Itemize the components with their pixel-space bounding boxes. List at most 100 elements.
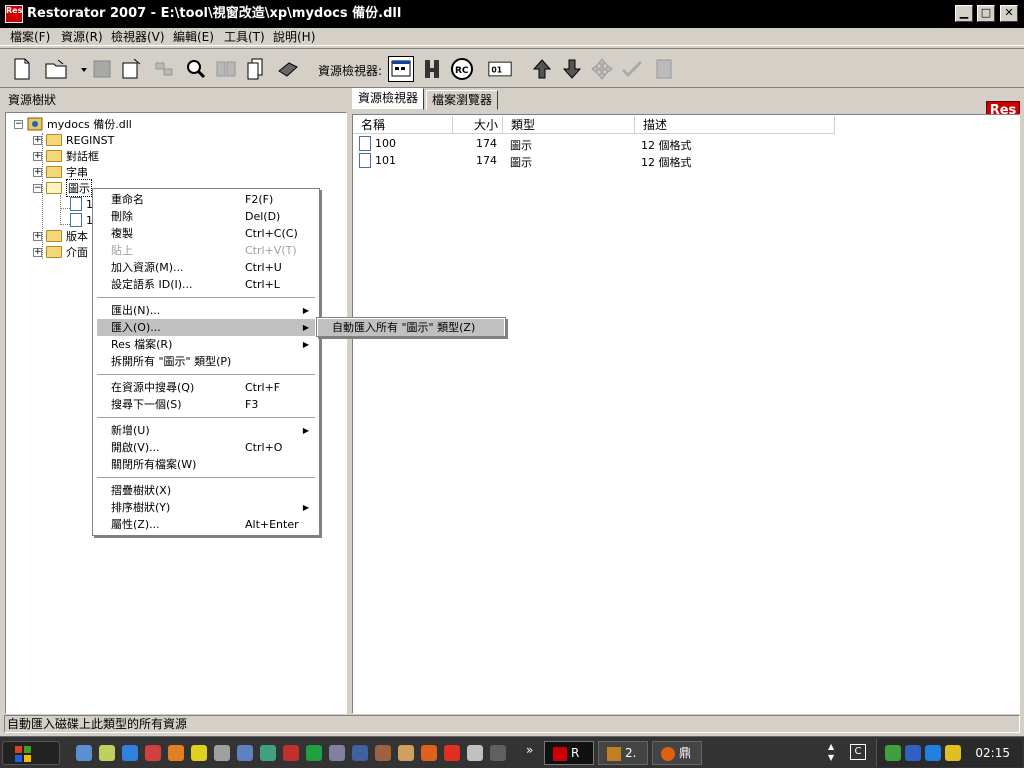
task-window-2[interactable]: 2. — [598, 741, 648, 765]
menu-edit[interactable]: 編輯(E) — [173, 29, 214, 45]
task-restorator[interactable]: R — [544, 741, 594, 765]
collapse-toggle-icon[interactable]: − — [33, 183, 42, 193]
search-icon[interactable] — [184, 57, 208, 81]
minimize-button[interactable]: ▁ — [955, 5, 973, 22]
task-firefox[interactable]: 鼎 — [652, 741, 702, 765]
tree-leaf-item[interactable]: 1 — [70, 212, 93, 228]
menu-delete[interactable]: 刪除 Del(D) — [97, 208, 315, 225]
list-row[interactable]: 101 174 圖示 12 個格式 — [353, 153, 833, 170]
menu-properties[interactable]: 屬性(Z)... Alt+Enter — [97, 516, 315, 533]
quicklaunch-icon[interactable] — [99, 745, 115, 761]
quicklaunch-icon[interactable] — [421, 745, 437, 761]
menu-copy[interactable]: 複製 Ctrl+C(C) — [97, 225, 315, 242]
quicklaunch-icon[interactable] — [283, 745, 299, 761]
quicklaunch-icon[interactable] — [168, 745, 184, 761]
start-button[interactable] — [2, 741, 60, 765]
tray-icon[interactable] — [945, 745, 961, 761]
quicklaunch-icon[interactable] — [122, 745, 138, 761]
save-icon[interactable] — [90, 57, 114, 81]
quicklaunch-icon[interactable] — [329, 745, 345, 761]
link-icon[interactable] — [152, 57, 176, 81]
menu-new[interactable]: 新增(U) ▶ — [97, 422, 315, 439]
maximize-button[interactable]: □ — [977, 5, 995, 22]
expand-toggle-icon[interactable]: + — [33, 231, 42, 241]
menu-close-all-files[interactable]: 關閉所有檔案(W) — [97, 456, 315, 473]
menu-search-in-resources[interactable]: 在資源中搜尋(Q) Ctrl+F — [97, 379, 315, 396]
expand-toggle-icon[interactable]: + — [33, 135, 42, 145]
taskbar-scroll-icon[interactable]: ▲ ▼ — [828, 741, 838, 765]
menu-collapse-tree[interactable]: 摺疊樹狀(X) — [97, 482, 315, 499]
quicklaunch-icon[interactable] — [444, 745, 460, 761]
quicklaunch-icon[interactable] — [306, 745, 322, 761]
column-name[interactable]: 名稱 — [353, 116, 453, 134]
language-icon[interactable]: C — [850, 744, 866, 760]
menu-add-resource[interactable]: 加入資源(M)... Ctrl+U — [97, 259, 315, 276]
menu-open[interactable]: 開啟(V)... Ctrl+O — [97, 439, 315, 456]
menu-viewer[interactable]: 檢視器(V) — [111, 29, 165, 45]
quicklaunch-icon[interactable] — [260, 745, 276, 761]
resource-list[interactable]: 名稱 大小 類型 描述 100 174 圖示 12 個格式 101 174 圖示… — [352, 114, 1020, 714]
expand-toggle-icon[interactable]: + — [33, 247, 42, 257]
quicklaunch-chevron[interactable]: » — [526, 743, 533, 757]
tree-node-string[interactable]: + 字串 — [33, 164, 88, 180]
column-description[interactable]: 描述 — [635, 116, 835, 134]
new-file-icon[interactable] — [10, 57, 34, 81]
column-size[interactable]: 大小 — [453, 116, 503, 134]
tab-resource-viewer[interactable]: 資源檢視器 — [352, 88, 425, 110]
quicklaunch-icon[interactable] — [467, 745, 483, 761]
move-icon[interactable] — [590, 57, 614, 81]
compare-icon[interactable] — [214, 57, 238, 81]
tree-node-icon[interactable]: − 圖示 — [33, 179, 92, 197]
quicklaunch-icon[interactable] — [398, 745, 414, 761]
resource-viewer-icon[interactable] — [388, 56, 414, 82]
quicklaunch-icon[interactable] — [191, 745, 207, 761]
quicklaunch-icon[interactable] — [214, 745, 230, 761]
binary-viewer-icon[interactable]: 01 — [488, 57, 516, 81]
menu-export[interactable]: 匯出(N)... ▶ — [97, 302, 315, 319]
close-button[interactable]: ✕ — [1000, 5, 1018, 22]
tree-leaf-item[interactable]: 1 — [70, 196, 93, 212]
clipboard-icon[interactable] — [652, 57, 676, 81]
quicklaunch-icon[interactable] — [352, 745, 368, 761]
tray-icon[interactable] — [885, 745, 901, 761]
column-type[interactable]: 類型 — [503, 116, 635, 134]
dropdown-arrow-icon[interactable] — [72, 57, 87, 81]
open-file-icon[interactable] — [44, 57, 68, 81]
tray-icon[interactable] — [905, 745, 921, 761]
tree-node-dialog[interactable]: + 對話框 — [33, 148, 99, 164]
hex-viewer-icon[interactable] — [420, 57, 444, 81]
tree-node-reginst[interactable]: + REGINST — [33, 132, 114, 148]
menu-import[interactable]: 匯入(O)... ▶ — [97, 319, 315, 336]
menu-help[interactable]: 說明(H) — [273, 29, 315, 45]
menu-resource[interactable]: 資源(R) — [61, 29, 103, 45]
menu-auto-import-all-icons[interactable]: 自動匯入所有 "圖示" 類型(Z) — [318, 319, 504, 336]
menu-file[interactable]: 檔案(F) — [10, 29, 50, 45]
tab-file-browser[interactable]: 檔案瀏覽器 — [426, 90, 499, 110]
tree-node-interface[interactable]: + 介面 — [33, 244, 88, 260]
book-icon[interactable] — [276, 57, 300, 81]
copy-pages-icon[interactable] — [244, 57, 268, 81]
menu-tools[interactable]: 工具(T) — [224, 29, 265, 45]
check-icon[interactable] — [620, 57, 644, 81]
collapse-toggle-icon[interactable]: − — [14, 119, 23, 129]
expand-toggle-icon[interactable]: + — [33, 167, 42, 177]
expand-toggle-icon[interactable]: + — [33, 151, 42, 161]
list-row[interactable]: 100 174 圖示 12 個格式 — [353, 136, 833, 153]
quicklaunch-icon[interactable] — [490, 745, 506, 761]
quicklaunch-icon[interactable] — [375, 745, 391, 761]
menu-res-file[interactable]: Res 檔案(R) ▶ — [97, 336, 315, 353]
menu-sort-tree[interactable]: 排序樹狀(Y) ▶ — [97, 499, 315, 516]
quicklaunch-icon[interactable] — [145, 745, 161, 761]
menu-rename[interactable]: 重命名 F2(F) — [97, 191, 315, 208]
open-folder-icon[interactable] — [120, 57, 144, 81]
menu-find-next[interactable]: 搜尋下一個(S) F3 — [97, 396, 315, 413]
menu-extract-all-icons[interactable]: 拆開所有 "圖示" 類型(P) — [97, 353, 315, 370]
tree-node-version[interactable]: + 版本 — [33, 228, 88, 244]
arrow-down-icon[interactable] — [560, 57, 584, 81]
menu-set-language-id[interactable]: 設定語系 ID(I)... Ctrl+L — [97, 276, 315, 293]
tree-root[interactable]: − mydocs 備份.dll — [14, 116, 132, 132]
arrow-up-icon[interactable] — [530, 57, 554, 81]
rc-viewer-icon[interactable]: RC — [450, 57, 474, 81]
tray-icon[interactable] — [925, 745, 941, 761]
quicklaunch-icon[interactable] — [76, 745, 92, 761]
